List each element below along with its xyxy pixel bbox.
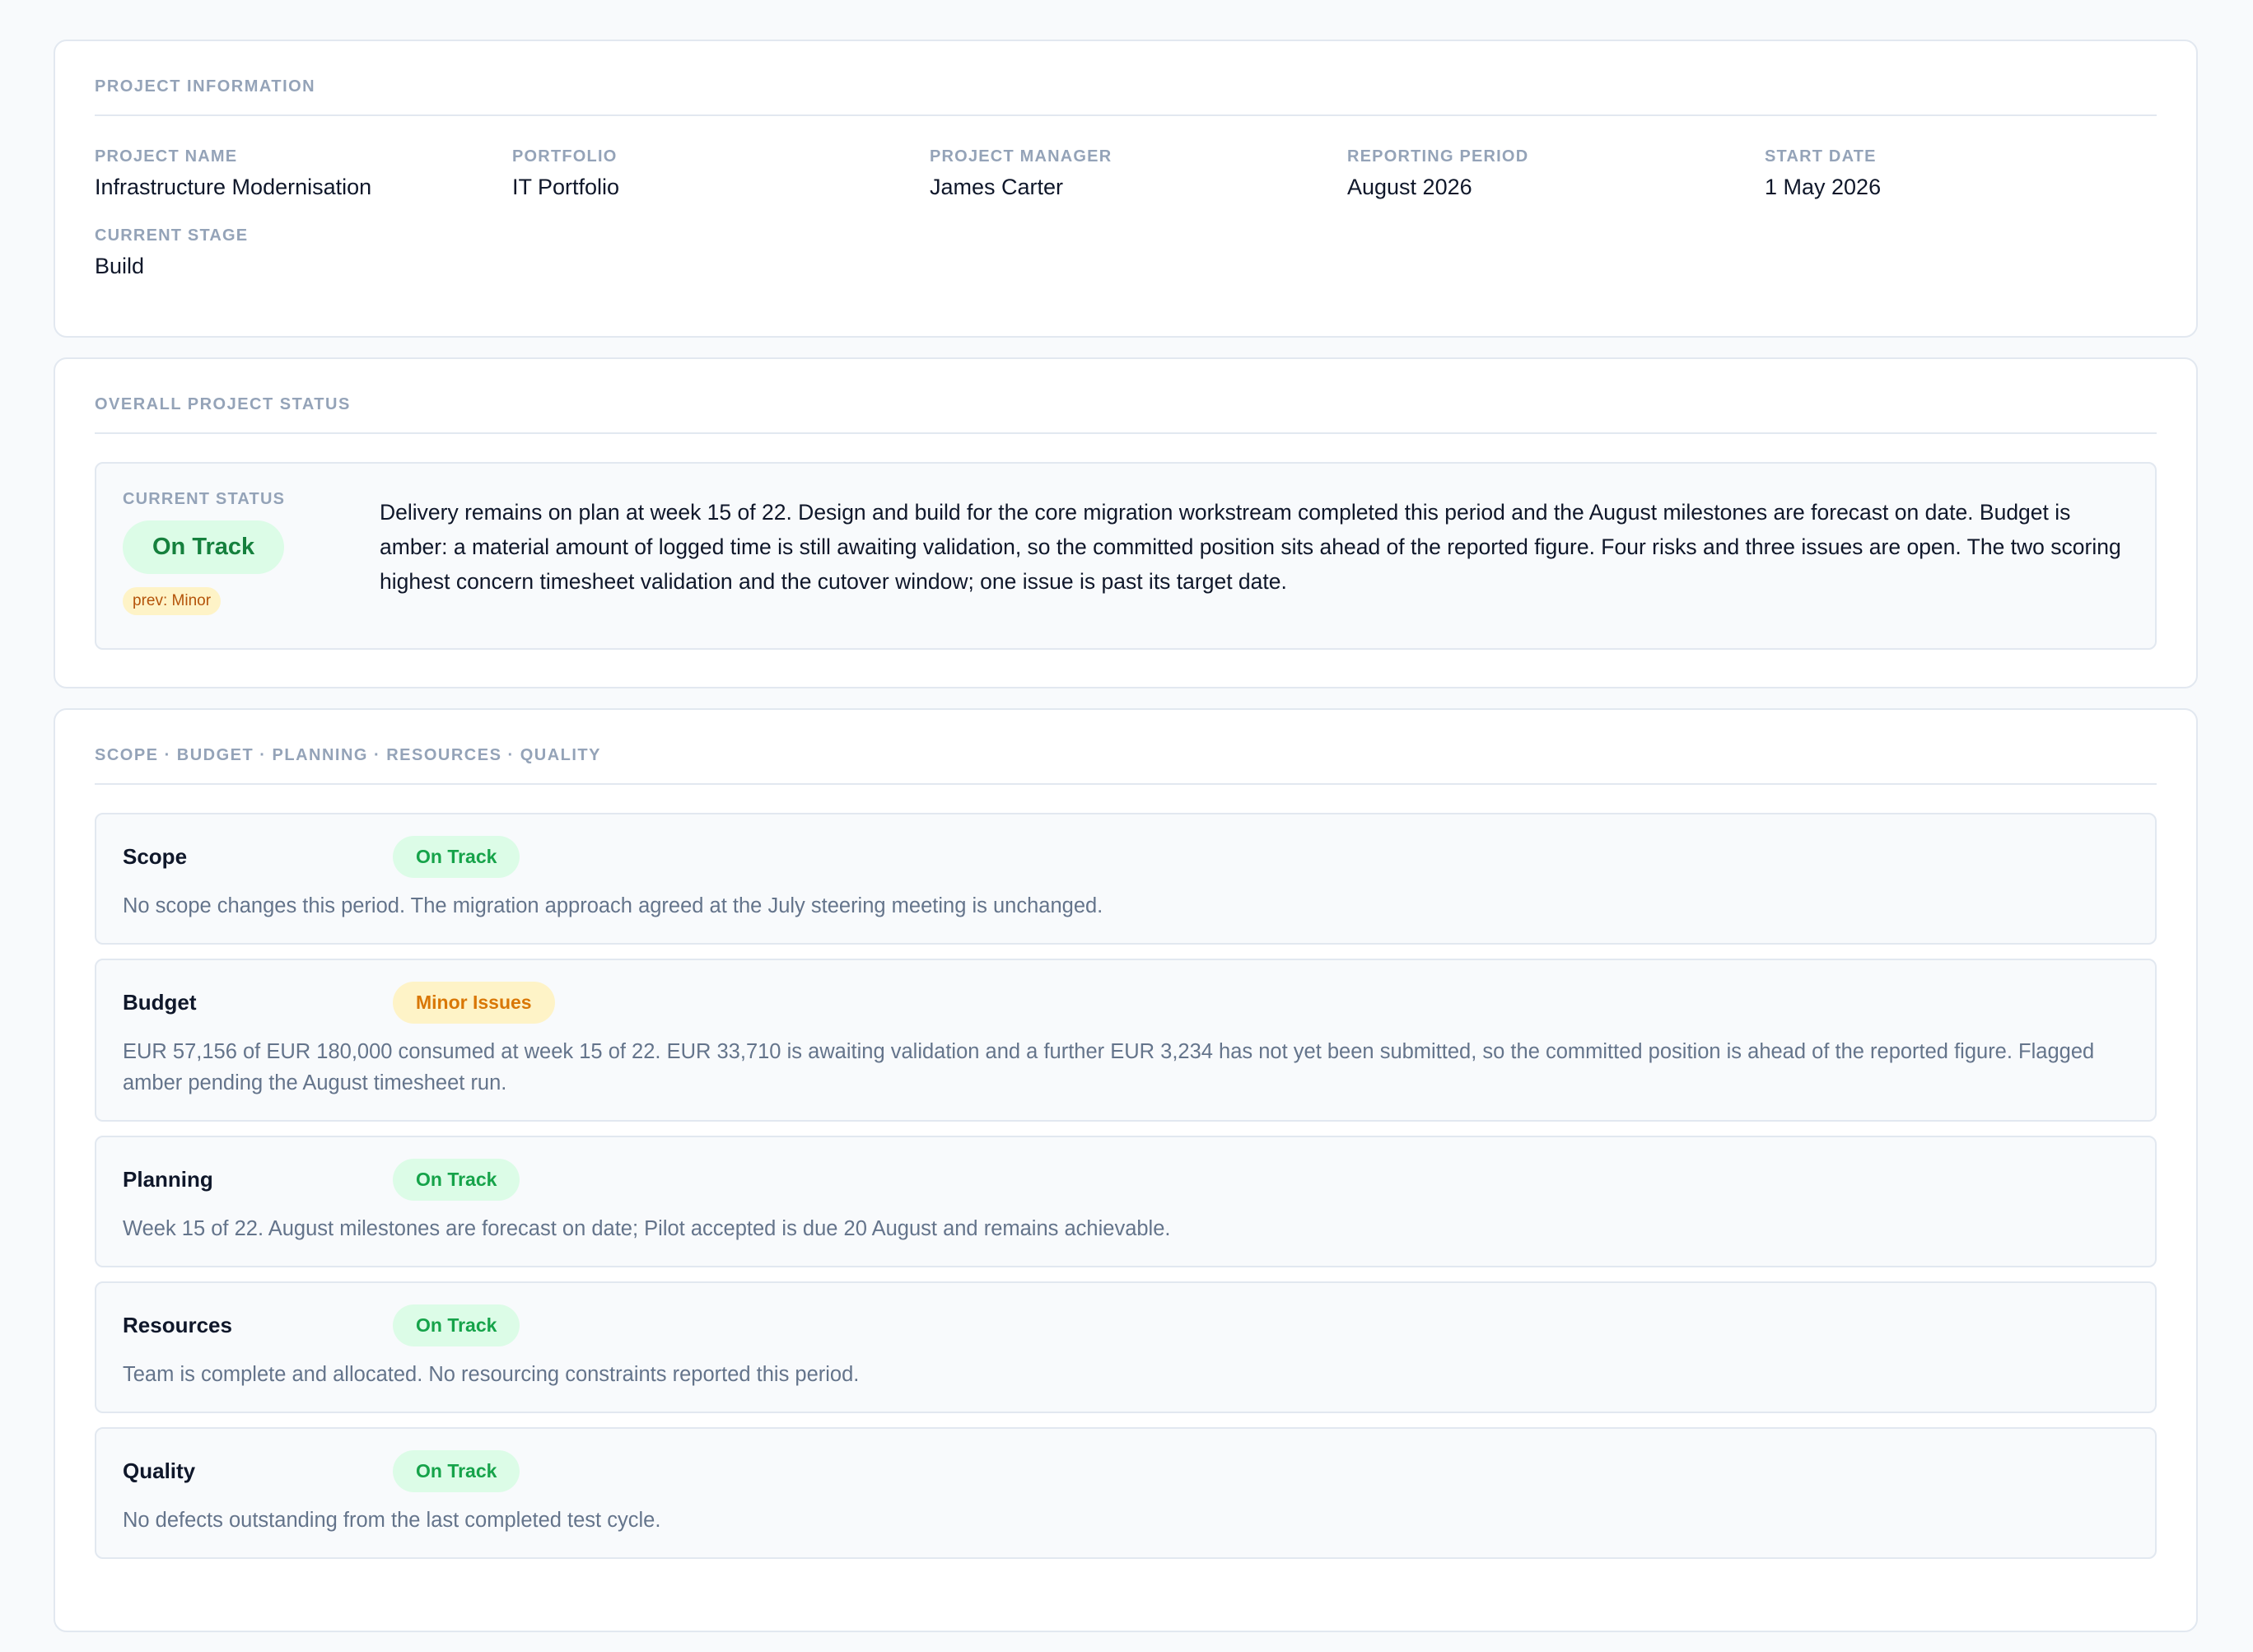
current-status-block: CURRENT STATUS On Track prev: Minor: [123, 490, 380, 648]
dimension-name: Resources: [123, 1312, 232, 1337]
field-current-stage: CURRENT STAGE Build: [95, 226, 512, 279]
dimension-name: Budget: [123, 989, 197, 1015]
section-title: SCOPE · BUDGET · PLANNING · RESOURCES · …: [95, 710, 2157, 785]
dimension-budget: Budget Minor Issues EUR 57,156 of EUR 18…: [95, 959, 2157, 1122]
section-title: PROJECT INFORMATION: [95, 41, 2157, 116]
current-status-badge: On Track: [123, 520, 285, 574]
project-info-grid: PROJECT NAME Infrastructure Modernisatio…: [95, 147, 2157, 279]
dimension-name: Quality: [123, 1458, 196, 1483]
dimension-resources: Resources On Track Team is complete and …: [95, 1281, 2157, 1413]
field-value: Infrastructure Modernisation: [95, 175, 372, 199]
field-reporting-period: REPORTING PERIOD August 2026: [1347, 147, 1765, 200]
overall-status-box: CURRENT STATUS On Track prev: Minor Deli…: [95, 462, 2157, 650]
field-label: PROJECT NAME: [95, 147, 238, 166]
section-title: OVERALL PROJECT STATUS: [95, 359, 2157, 434]
field-label: PROJECT MANAGER: [930, 147, 1113, 166]
dimension-description: No scope changes this period. The migrat…: [123, 894, 1103, 917]
status-summary: Delivery remains on plan at week 15 of 2…: [380, 500, 2121, 594]
project-information-card: PROJECT INFORMATION PROJECT NAME Infrast…: [54, 40, 2198, 338]
field-label: REPORTING PERIOD: [1347, 147, 1529, 166]
dimension-description: No defects outstanding from the last com…: [123, 1509, 661, 1532]
dimension-name: Scope: [123, 843, 188, 869]
status-badge: Minor Issues: [393, 981, 555, 1024]
dimension-scope: Scope On Track No scope changes this per…: [95, 813, 2157, 945]
previous-status-badge: prev: Minor: [123, 587, 222, 615]
current-status-label: CURRENT STATUS: [123, 490, 286, 508]
field-project-manager: PROJECT MANAGER James Carter: [930, 147, 1347, 200]
dimension-description: Team is complete and allocated. No resou…: [123, 1363, 860, 1386]
dimension-description: Week 15 of 22. August milestones are for…: [123, 1217, 1171, 1240]
field-value: James Carter: [930, 175, 1064, 199]
dimensions-list: Scope On Track No scope changes this per…: [95, 813, 2157, 1559]
status-badge: On Track: [393, 1449, 520, 1492]
field-start-date: START DATE 1 May 2026: [1765, 147, 2182, 200]
dimensions-card: SCOPE · BUDGET · PLANNING · RESOURCES · …: [54, 708, 2198, 1632]
field-value: IT Portfolio: [512, 175, 620, 199]
field-label: PORTFOLIO: [512, 147, 618, 166]
field-project-name: PROJECT NAME Infrastructure Modernisatio…: [95, 147, 512, 200]
status-badge: On Track: [393, 1158, 520, 1201]
overall-status-card: OVERALL PROJECT STATUS CURRENT STATUS On…: [54, 357, 2198, 688]
dimension-quality: Quality On Track No defects outstanding …: [95, 1427, 2157, 1559]
field-value: 1 May 2026: [1765, 175, 1882, 199]
dimension-description: EUR 57,156 of EUR 180,000 consumed at we…: [123, 1040, 2095, 1094]
field-value: Build: [95, 254, 145, 278]
status-badge: On Track: [393, 835, 520, 878]
dimension-planning: Planning On Track Week 15 of 22. August …: [95, 1136, 2157, 1267]
field-value: August 2026: [1347, 175, 1472, 199]
field-label: START DATE: [1765, 147, 1877, 166]
field-label: CURRENT STAGE: [95, 226, 249, 245]
field-portfolio: PORTFOLIO IT Portfolio: [512, 147, 930, 200]
status-badge: On Track: [393, 1304, 520, 1346]
dimension-name: Planning: [123, 1166, 213, 1192]
